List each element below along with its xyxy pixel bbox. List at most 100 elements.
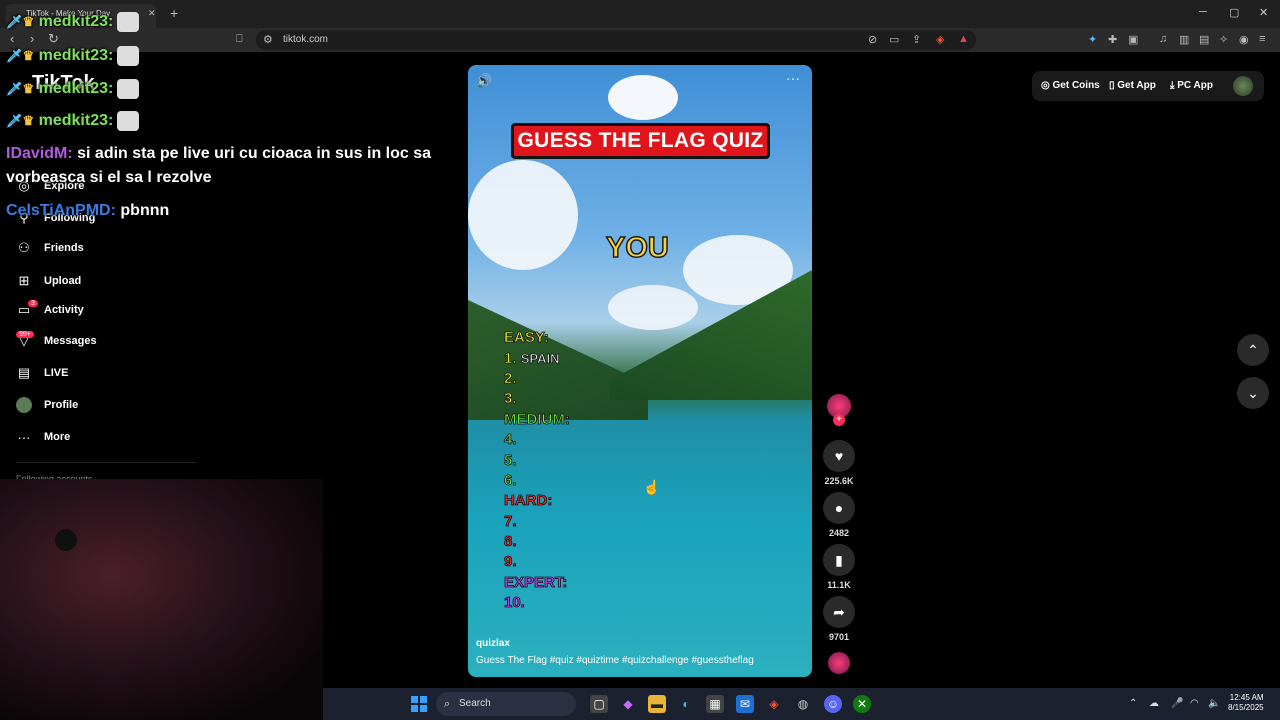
- quiz-line: 5.: [504, 452, 517, 469]
- edge-icon[interactable]: ◐: [677, 695, 695, 713]
- like-button[interactable]: ♥: [823, 440, 855, 472]
- close-tab-icon[interactable]: ✕: [148, 8, 156, 19]
- chat-message: 🗡♛ medkit23:: [6, 111, 140, 131]
- more-options-icon[interactable]: ···: [786, 70, 800, 86]
- cast-icon[interactable]: ▭: [889, 33, 899, 46]
- share-count: 9701: [828, 632, 850, 642]
- forward-icon[interactable]: ›: [30, 31, 34, 46]
- wifi-icon[interactable]: ◠: [1190, 698, 1199, 709]
- close-window-icon[interactable]: ✕: [1259, 6, 1268, 19]
- sidebar-icon[interactable]: ▥: [1179, 33, 1189, 46]
- volume-icon[interactable]: 🔊: [476, 73, 492, 89]
- chat-message: 🗡♛ medkit23:: [6, 12, 140, 32]
- quiz-line: 7.: [504, 513, 517, 530]
- minimize-icon[interactable]: ─: [1199, 6, 1207, 18]
- brave-rewards-icon[interactable]: ▲: [958, 33, 969, 45]
- puzzle-icon[interactable]: ✚: [1108, 33, 1117, 46]
- chat-message: 🗡♛ medkit23:: [6, 46, 140, 66]
- vpn-icon[interactable]: ◉: [1239, 33, 1249, 46]
- quiz-line: 2.: [504, 370, 517, 387]
- screenshot-icon[interactable]: ▣: [1128, 33, 1138, 46]
- comment-icon: ●: [834, 500, 844, 516]
- heart-icon: ♥: [834, 448, 844, 464]
- chat-username: medkit23:: [38, 112, 114, 130]
- brave-shield-icon[interactable]: ◈: [936, 33, 944, 46]
- back-icon[interactable]: ‹: [10, 31, 14, 46]
- video-author[interactable]: quizlax: [476, 638, 510, 649]
- sidebar-item-upload[interactable]: ⊞ Upload: [16, 270, 216, 292]
- chat-username: IDavidM:: [6, 145, 73, 162]
- sidebar-item-label: Messages: [44, 335, 97, 347]
- outlook-icon[interactable]: ✉: [736, 695, 754, 713]
- pc-app-button[interactable]: ⤓ PC App: [1170, 80, 1213, 91]
- profile-avatar: [16, 397, 32, 413]
- get-coins-button[interactable]: ◎ Get Coins: [1041, 80, 1100, 91]
- share-icon[interactable]: ⇪: [912, 33, 921, 46]
- save-button[interactable]: ▮: [823, 544, 855, 576]
- file-explorer-icon[interactable]: ▬: [648, 695, 666, 713]
- messages-badge: 99+: [16, 331, 34, 338]
- live-icon: ▤: [17, 365, 31, 380]
- leo-icon[interactable]: ✧: [1219, 33, 1228, 46]
- cloud: [608, 285, 698, 330]
- sidebar-item-activity[interactable]: ▭ Activity: [16, 299, 216, 321]
- new-tab-icon[interactable]: +: [170, 5, 178, 21]
- menu-icon[interactable]: ≡: [1259, 33, 1265, 45]
- bookmark-icon[interactable]: ⎕: [236, 33, 243, 46]
- sidebar-item-more[interactable]: ··· More: [16, 426, 216, 448]
- mouse-cursor-icon: ☝: [643, 479, 661, 495]
- get-app-label: Get App: [1117, 80, 1156, 91]
- translate-icon[interactable]: ⊘: [868, 33, 877, 46]
- chat-username: CelsTiAnPMD:: [6, 202, 116, 219]
- taskbar-clock[interactable]: 12:45 AM 8/15/2025: [1228, 693, 1264, 714]
- bookmark-icon: ▮: [835, 551, 843, 568]
- wallet-icon[interactable]: ▤: [1199, 33, 1209, 46]
- next-video-button[interactable]: ⌄: [1237, 377, 1269, 409]
- obs-icon[interactable]: ◍: [794, 695, 812, 713]
- quiz-line: 8.: [504, 533, 517, 550]
- music-disc-icon[interactable]: [828, 652, 850, 674]
- volume-tray-icon[interactable]: 🔈: [1208, 698, 1220, 709]
- taskbar-search[interactable]: [436, 692, 576, 716]
- follow-plus-icon[interactable]: +: [833, 414, 845, 426]
- search-icon: ⌕: [444, 698, 451, 710]
- maximize-icon[interactable]: ▢: [1229, 6, 1239, 19]
- emote-icon: [117, 12, 140, 32]
- quiz-title: GUESS THE FLAG QUIZ: [511, 123, 770, 159]
- save-count: 11.1K: [827, 580, 851, 590]
- microphone-icon[interactable]: 🎤: [1171, 698, 1183, 709]
- task-view-icon[interactable]: ▢: [590, 695, 608, 713]
- comment-count: 2482: [828, 528, 850, 538]
- get-app-button[interactable]: ▯ Get App: [1109, 80, 1156, 91]
- emote-icon: [117, 46, 140, 66]
- sidebar-item-messages[interactable]: ▽ Messages: [16, 330, 216, 352]
- quiz-you-label: YOU: [605, 231, 669, 265]
- discord-icon[interactable]: ☺: [824, 695, 842, 713]
- extension-icon[interactable]: ✦: [1088, 33, 1097, 46]
- sidebar-item-label: More: [44, 431, 71, 443]
- sidebar-item-friends[interactable]: ⚇ Friends: [16, 237, 216, 259]
- sidebar-item-live[interactable]: ▤ LIVE: [16, 362, 216, 384]
- tray-chevron-icon[interactable]: ⌃: [1129, 698, 1137, 709]
- xbox-icon[interactable]: ✕: [853, 695, 871, 713]
- activity-badge: 3: [28, 300, 38, 307]
- reload-icon[interactable]: ↻: [48, 31, 59, 47]
- sidebar-item-profile[interactable]: Profile: [16, 394, 216, 416]
- tray-onedrive-icon[interactable]: ☁: [1149, 698, 1159, 709]
- share-button[interactable]: ➦: [823, 596, 855, 628]
- brave-icon[interactable]: ◈: [765, 695, 783, 713]
- user-avatar[interactable]: [1233, 76, 1253, 96]
- site-info-icon[interactable]: ⚙: [263, 33, 273, 46]
- sword-badge-icon: 🗡: [6, 48, 23, 64]
- store-icon[interactable]: ▦: [706, 695, 724, 713]
- windows-start-icon[interactable]: [411, 696, 427, 712]
- chat-text: pbnnn: [120, 202, 170, 219]
- previous-video-button[interactable]: ⌃: [1237, 334, 1269, 366]
- chat-username: medkit23:: [38, 80, 114, 98]
- sidebar-divider: [16, 462, 196, 463]
- more-icon: ···: [17, 429, 31, 445]
- comment-button[interactable]: ●: [823, 492, 855, 524]
- music-icon[interactable]: ♫: [1159, 33, 1167, 45]
- quiz-line: 9.: [504, 553, 517, 570]
- copilot-icon[interactable]: ◆: [619, 695, 637, 713]
